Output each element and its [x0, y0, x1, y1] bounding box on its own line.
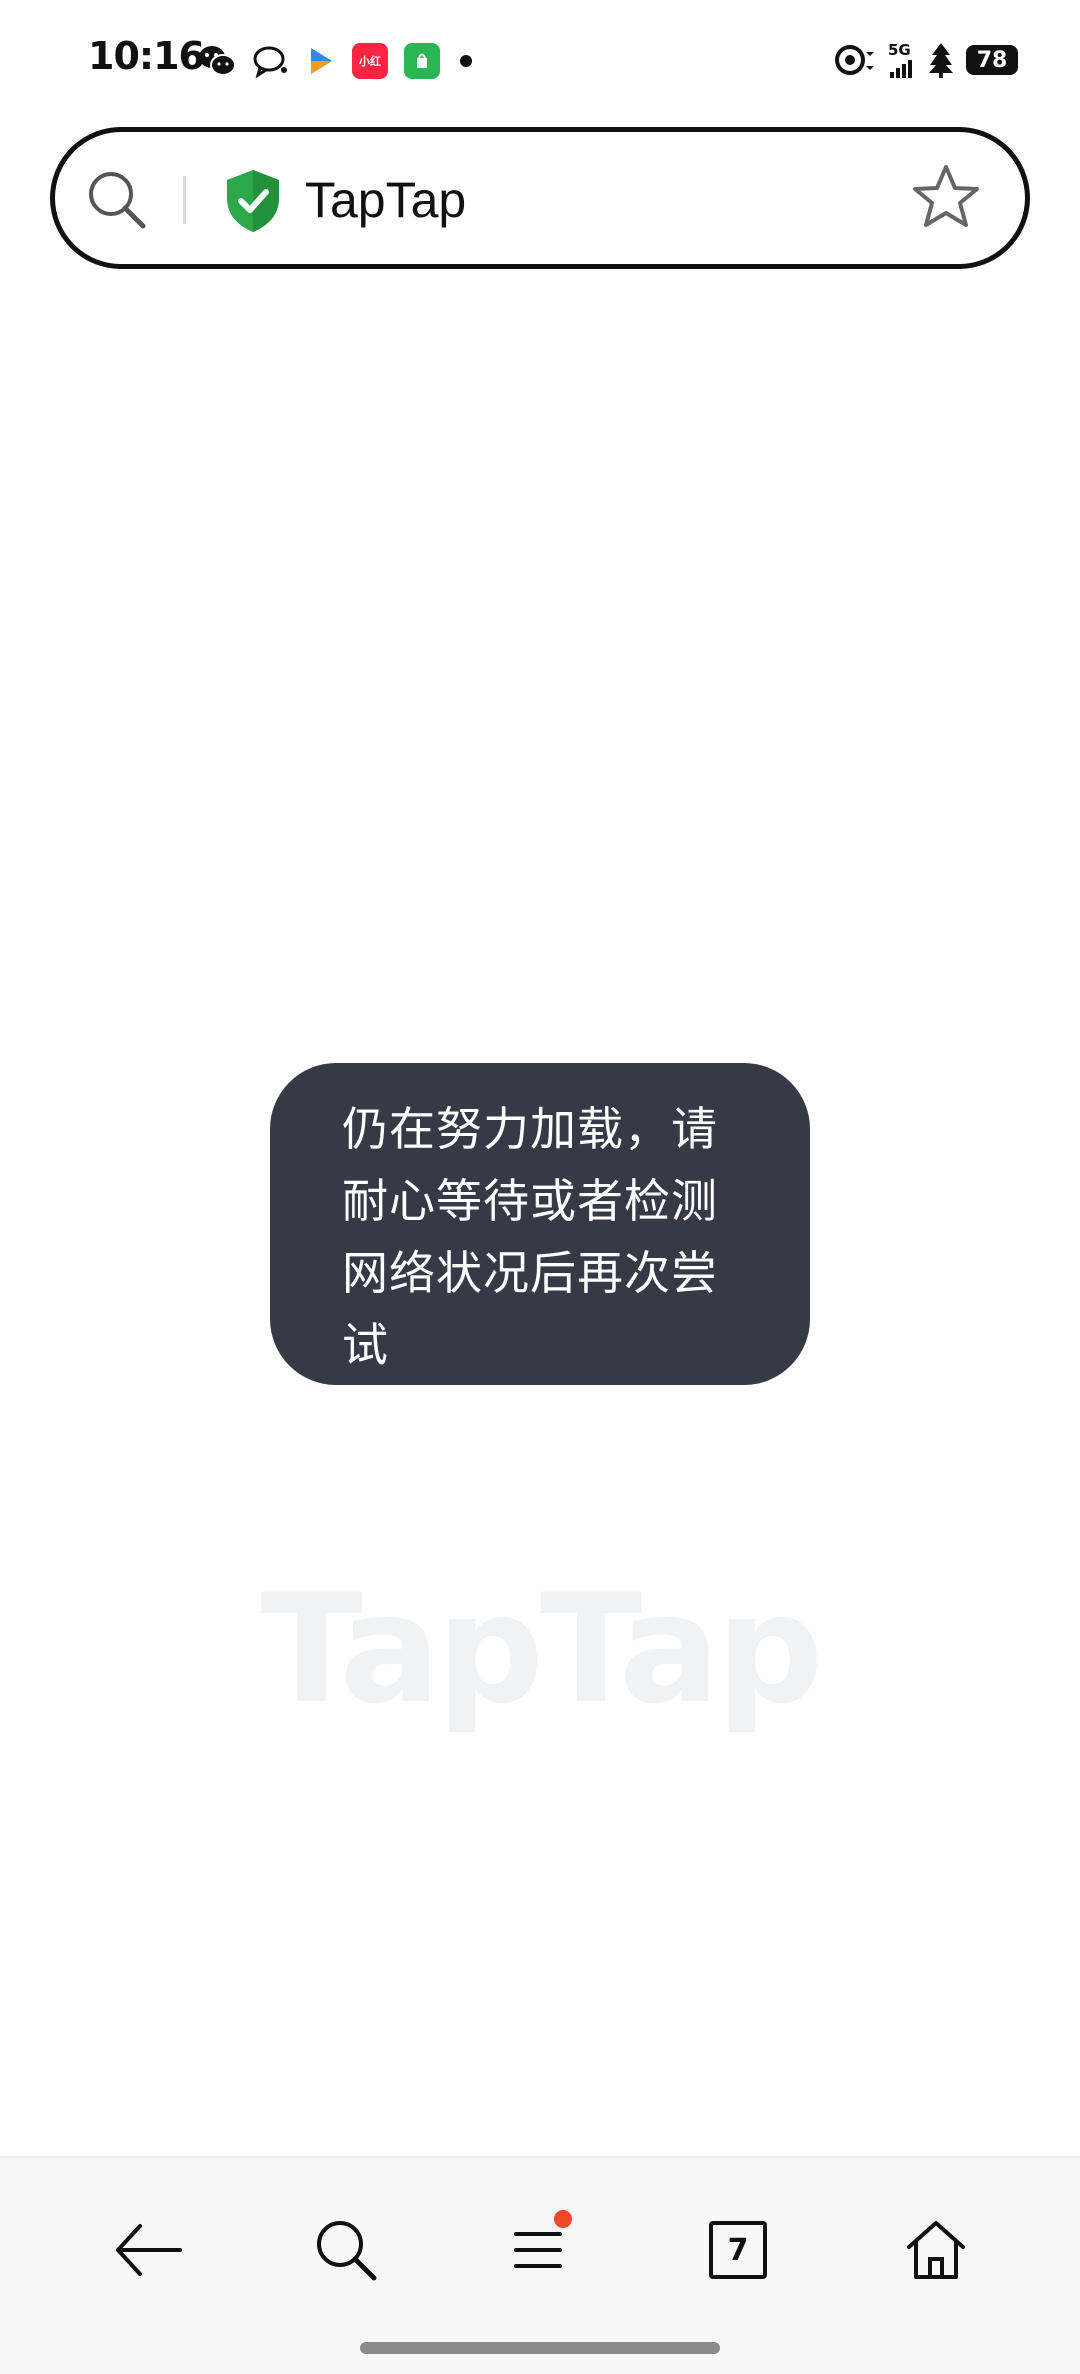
search-icon[interactable]: [85, 168, 149, 232]
loading-toast: 仍在努力加载，请耐心等待或者检测网络状况后再次尝试: [270, 1063, 810, 1385]
status-bar: 10:16 小红 5G 78: [0, 0, 1080, 120]
tab-count: 7: [727, 2232, 749, 2268]
loading-watermark: TapTap: [260, 1563, 823, 1737]
address-bar[interactable]: TapTap: [50, 127, 1030, 269]
status-time: 10:16: [88, 34, 205, 78]
play-icon: [311, 48, 332, 74]
toast-message: 仍在努力加载，请耐心等待或者检测网络状况后再次尝试: [342, 1102, 718, 1372]
menu-button[interactable]: [498, 2210, 578, 2290]
notification-dot: [554, 2210, 572, 2228]
address-divider: [183, 176, 186, 224]
shield-check-icon[interactable]: [223, 168, 283, 234]
tree-icon: [929, 43, 953, 78]
search-icon: [317, 2221, 377, 2281]
dot-icon: [460, 55, 472, 67]
signal-icon: [890, 59, 912, 78]
back-arrow-icon: [116, 2224, 182, 2276]
system-icons: 5G 78: [832, 38, 1018, 82]
menu-icon: [514, 2232, 562, 2268]
tabs-button[interactable]: 7: [698, 2210, 778, 2290]
home-button[interactable]: [896, 2210, 976, 2290]
search-button[interactable]: [306, 2210, 386, 2290]
target-icon: [835, 45, 874, 75]
home-icon: [907, 2221, 965, 2279]
star-icon[interactable]: [911, 162, 981, 232]
battery-icon: 78: [966, 45, 1018, 75]
signal-group: 5G: [888, 40, 916, 78]
xiaohongshu-icon: 小红: [352, 43, 388, 79]
back-button[interactable]: [108, 2210, 188, 2290]
tabs-icon: 7: [709, 2221, 767, 2279]
bottom-navigation: 7: [0, 2156, 1080, 2374]
wechat-icon: [199, 46, 236, 76]
shop-bag-icon: [404, 43, 440, 79]
home-indicator[interactable]: [360, 2342, 720, 2354]
notification-icons: 小红: [198, 40, 476, 82]
address-text[interactable]: TapTap: [305, 170, 466, 230]
chat-bubble-icon: [253, 46, 287, 78]
network-type: 5G: [888, 40, 911, 59]
